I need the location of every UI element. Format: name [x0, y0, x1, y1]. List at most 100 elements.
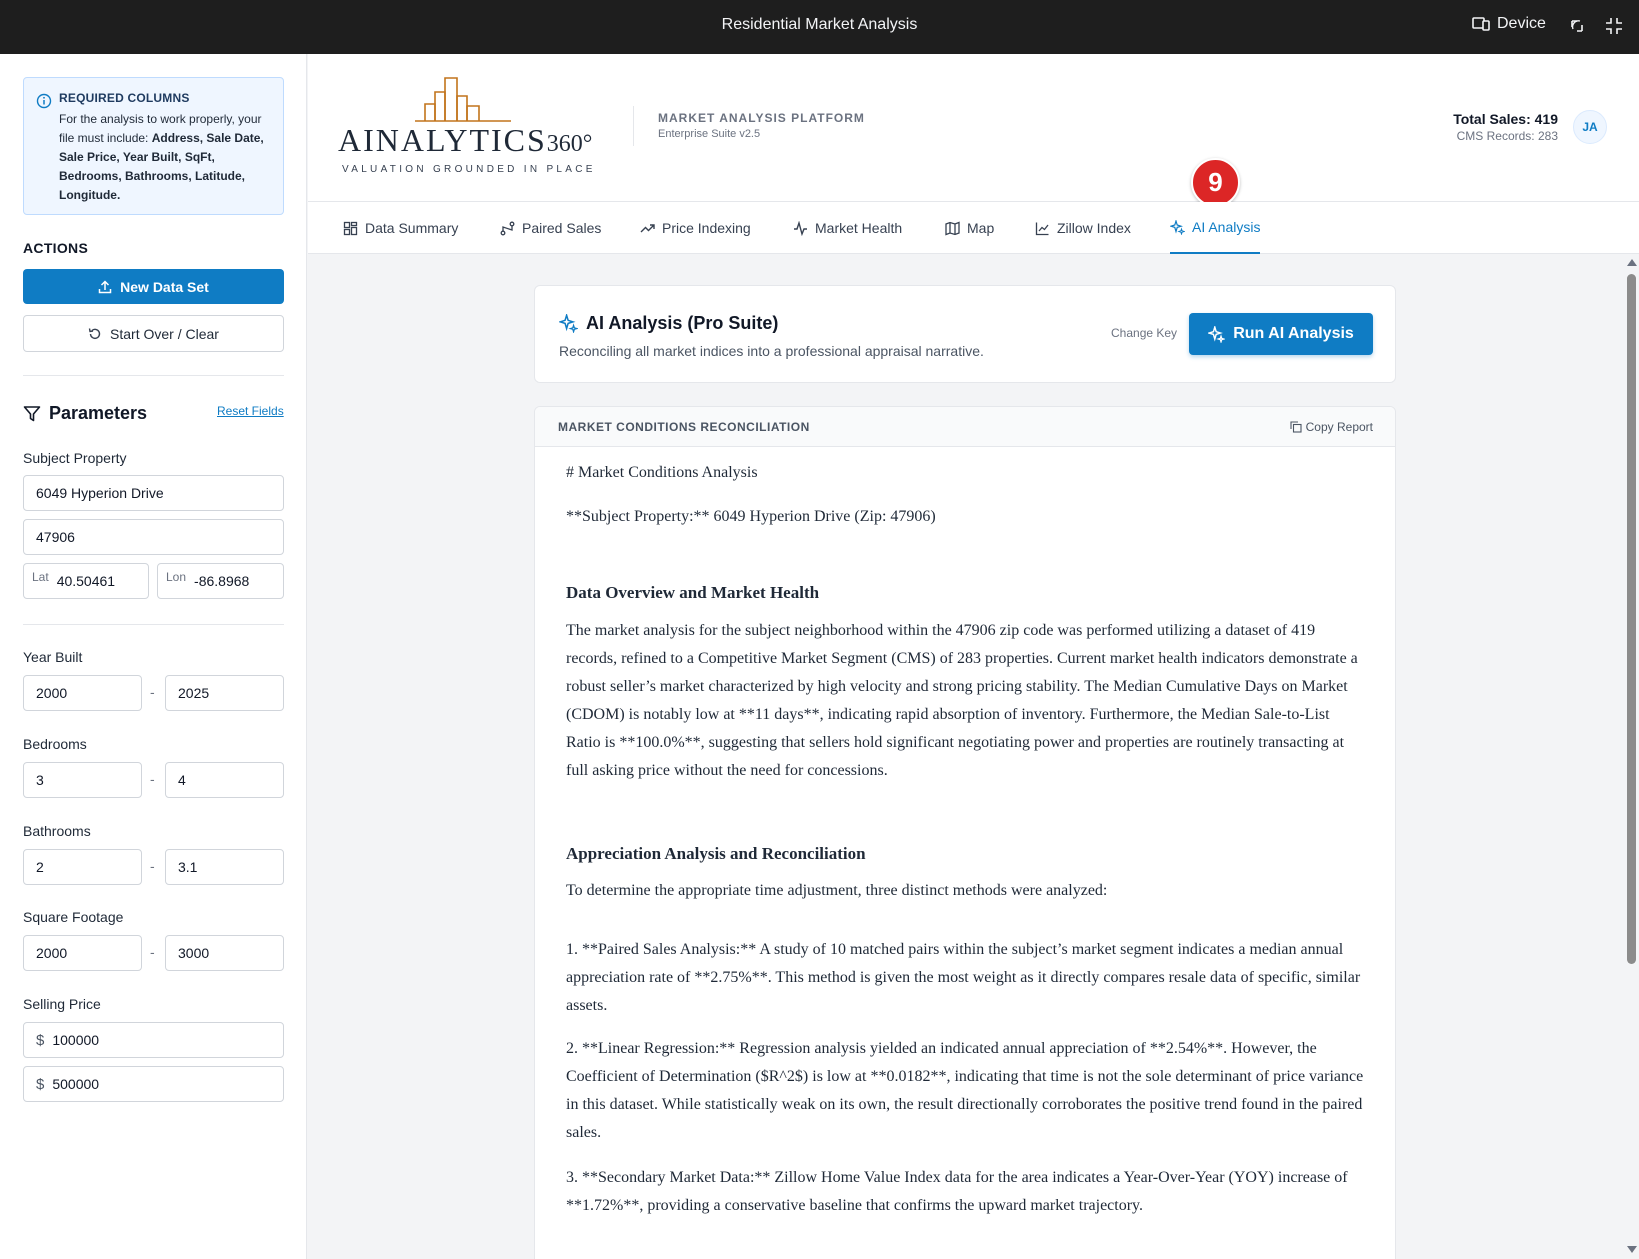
filter-icon [23, 405, 41, 421]
year-max-input[interactable]: 2025 [165, 675, 284, 711]
step-badge: 9 [1191, 158, 1240, 207]
currency-symbol: $ [36, 1031, 45, 1049]
start-over-label: Start Over / Clear [110, 325, 219, 342]
scroll-up-arrow[interactable] [1627, 259, 1637, 266]
tab-market-health[interactable]: Market Health [793, 202, 902, 254]
bath-max-input[interactable]: 3.1 [165, 849, 284, 885]
start-over-button[interactable]: Start Over / Clear [23, 315, 284, 352]
zip-input[interactable]: 47906 [23, 519, 284, 555]
year-max-value: 2025 [178, 685, 210, 701]
window-title-bar: Residential Market Analysis Device [0, 0, 1639, 54]
scroll-down-arrow[interactable] [1627, 1246, 1637, 1253]
sparkles-icon [1170, 219, 1185, 235]
route-icon [500, 221, 515, 235]
price-min-input[interactable]: $100000 [23, 1022, 284, 1058]
report-paragraph: The market analysis for the subject neig… [566, 622, 1358, 779]
report-list-item: 2. **Linear Regression:** Regression ana… [566, 1040, 1364, 1141]
device-label: Device [1497, 15, 1546, 32]
range-separator: - [150, 858, 155, 874]
sqft-max-value: 3000 [178, 945, 210, 961]
currency-symbol: $ [36, 1075, 45, 1093]
run-ai-analysis-button[interactable]: Run AI Analysis [1189, 313, 1373, 355]
year-built-label: Year Built [23, 649, 83, 665]
sqft-min-input[interactable]: 2000 [23, 935, 142, 971]
required-columns-notice: REQUIRED COLUMNS For the analysis to wor… [23, 77, 284, 215]
actions-heading: ACTIONS [23, 240, 89, 256]
lat-value: 40.50461 [56, 573, 116, 589]
scroll-thumb[interactable] [1627, 274, 1636, 964]
rotate-icon[interactable] [1568, 17, 1586, 35]
tab-ai-analysis[interactable]: AI Analysis [1170, 202, 1261, 254]
user-avatar[interactable]: JA [1573, 110, 1607, 144]
brand-name: AINALYTICS360° [338, 122, 592, 159]
skyline-logo-icon [415, 77, 511, 122]
bath-min-input[interactable]: 2 [23, 849, 142, 885]
price-max-input[interactable]: $500000 [23, 1066, 284, 1102]
subject-property-label: Subject Property [23, 450, 127, 466]
platform-title: MARKET ANALYSIS PLATFORM [658, 111, 865, 125]
tab-data-summary[interactable]: Data Summary [343, 202, 458, 254]
brand-text: AINALYTICS [338, 122, 547, 158]
reset-fields-link[interactable]: Reset Fields [217, 404, 284, 418]
copy-report-button[interactable]: Copy Report [1290, 420, 1373, 434]
lat-input[interactable]: Lat 40.50461 [23, 563, 149, 599]
address-value: 6049 Hyperion Drive [36, 485, 164, 501]
address-input[interactable]: 6049 Hyperion Drive [23, 475, 284, 511]
sqft-min-value: 2000 [36, 945, 68, 961]
device-toggle[interactable]: Device [1472, 15, 1546, 33]
report-section-heading: Appreciation Analysis and Reconciliation [566, 844, 866, 863]
lon-value: -86.8968 [194, 573, 250, 589]
pulse-icon [794, 220, 807, 236]
bed-max-input[interactable]: 4 [165, 762, 284, 798]
fullscreen-icon[interactable] [1605, 17, 1623, 35]
tab-label: Paired Sales [522, 220, 602, 236]
tab-paired-sales[interactable]: Paired Sales [500, 202, 601, 254]
tab-zillow-index[interactable]: Zillow Index [1035, 202, 1131, 254]
bed-max-value: 4 [178, 772, 186, 788]
selling-price-label: Selling Price [23, 996, 101, 1012]
ai-analysis-title: AI Analysis (Pro Suite) [559, 313, 778, 334]
bed-min-input[interactable]: 3 [23, 762, 142, 798]
range-separator: - [150, 944, 155, 960]
divider [23, 375, 284, 376]
report-card: MARKET CONDITIONS RECONCILIATION Copy Re… [534, 406, 1396, 1259]
app-header: AINALYTICS360° VALUATION GROUNDED IN PLA… [308, 54, 1639, 202]
bath-max-value: 3.1 [178, 859, 198, 875]
main-tabs: Data Summary Paired Sales Price Indexing… [308, 202, 1639, 254]
trend-up-icon [640, 223, 655, 232]
reset-icon [88, 327, 101, 339]
run-ai-analysis-label: Run AI Analysis [1233, 325, 1354, 342]
copy-report-label: Copy Report [1305, 420, 1373, 434]
parameters-heading: Parameters [23, 403, 147, 424]
lon-input[interactable]: Lon -86.8968 [157, 563, 284, 599]
tab-label: Zillow Index [1057, 220, 1131, 236]
brand-suffix: 360° [546, 131, 593, 157]
ai-analysis-subtitle: Reconciling all market indices into a pr… [559, 343, 984, 359]
sqft-max-input[interactable]: 3000 [165, 935, 284, 971]
change-key-button[interactable]: Change Key [1111, 326, 1177, 340]
record-totals: Total Sales: 419 CMS Records: 283 [1453, 111, 1558, 143]
lat-label: Lat [32, 570, 49, 584]
total-sales: Total Sales: 419 [1453, 111, 1558, 127]
year-min-input[interactable]: 2000 [23, 675, 142, 711]
bath-min-value: 2 [36, 859, 44, 875]
tab-price-indexing[interactable]: Price Indexing [640, 202, 751, 254]
price-max-value: 500000 [52, 1076, 100, 1092]
report-h1: # Market Conditions Analysis [566, 464, 758, 481]
line-chart-icon [1035, 222, 1049, 235]
required-columns-title: REQUIRED COLUMNS [59, 91, 190, 105]
divider [23, 624, 284, 625]
zip-value: 47906 [36, 529, 75, 545]
copy-icon [1290, 421, 1302, 433]
report-list-item: 3. **Secondary Market Data:** Zillow Hom… [566, 1169, 1348, 1214]
new-data-set-button[interactable]: New Data Set [23, 269, 284, 304]
report-list-item: 1. **Paired Sales Analysis:** A study of… [566, 941, 1361, 1014]
report-subject: **Subject Property:** 6049 Hyperion Driv… [566, 508, 936, 525]
main-scrollbar[interactable] [1624, 254, 1639, 1259]
tab-map[interactable]: Map [945, 202, 994, 254]
report-section-heading: Data Overview and Market Health [566, 583, 820, 602]
report-title: MARKET CONDITIONS RECONCILIATION [558, 420, 810, 434]
new-data-set-label: New Data Set [120, 278, 209, 295]
cms-records: CMS Records: 283 [1456, 129, 1558, 143]
sqft-label: Square Footage [23, 909, 124, 925]
